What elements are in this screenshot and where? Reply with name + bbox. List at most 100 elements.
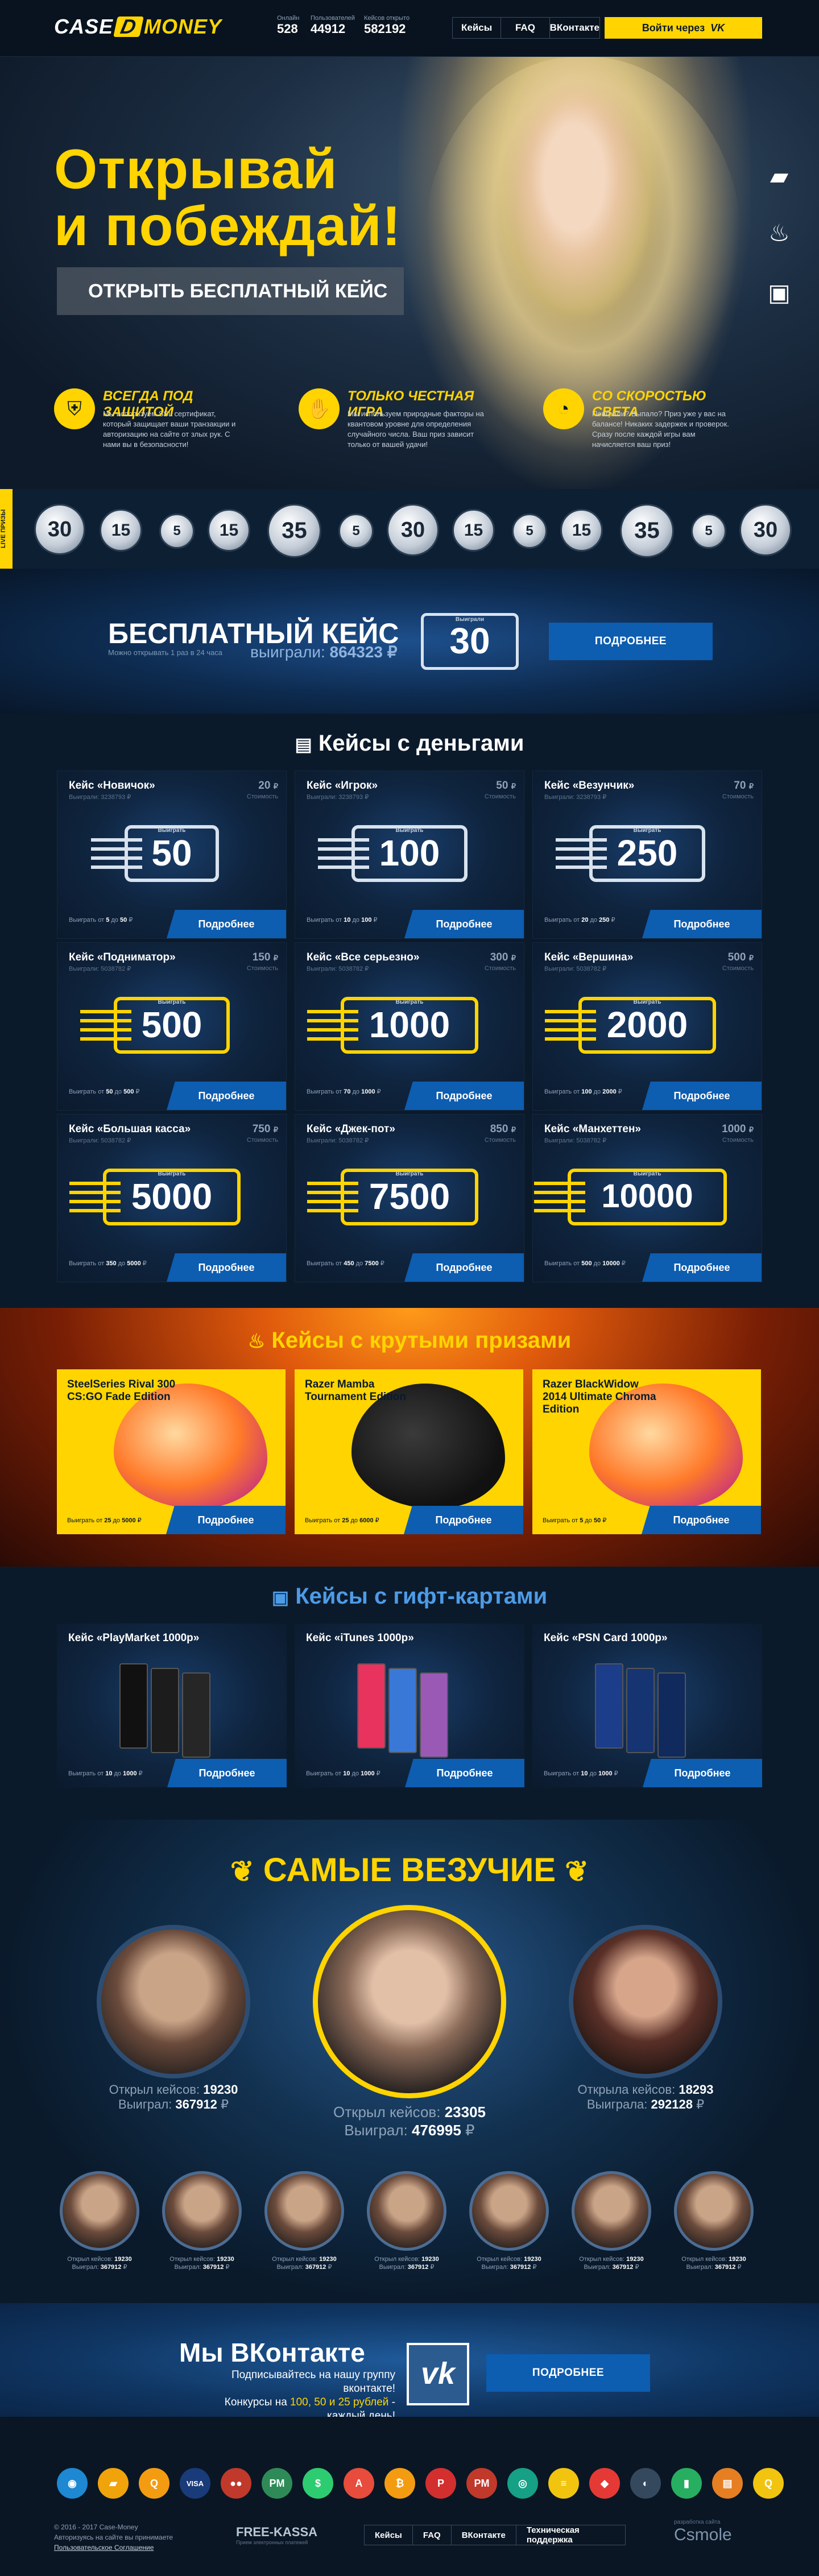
money-case-card[interactable]: Кейс «Игрок» Выиграли: 3238793 ₽50 ₽ Стоим… [295,771,524,939]
case-name: Кейс «Большая касса» [69,1123,191,1135]
webmoney-icon: ◉ [57,2468,88,2499]
gift-card-image [119,1663,148,1749]
case-more-button[interactable]: Подробнее [167,910,286,938]
prize-more-button[interactable]: Подробнее [166,1506,286,1534]
prize-more-button[interactable]: Подробнее [642,1506,761,1534]
prize-case-card[interactable]: Razer Mamba Tournament Edition Выиграть о… [295,1369,523,1534]
avatar[interactable] [97,1925,250,2078]
case-more-button[interactable]: Подробнее [167,1082,286,1110]
case-name: Кейс «Манхеттен» [544,1123,641,1135]
gift-case-card[interactable]: Кейс «PSN Card 1000р» Выиграть от 10 до 1… [532,1624,762,1787]
money-case-card[interactable]: Кейс «Подниматор» Выиграли: 5038782 ₽ 150 … [57,942,287,1111]
footer-nav-cases[interactable]: Кейсы [365,2525,413,2545]
prize-case-card[interactable]: SteelSeries Rival 300 CS:GO Fade Edition… [57,1369,286,1534]
money-case-card[interactable]: Кейс «Новичок» Выиграли: 3238793 ₽20 ₽ Сто… [57,771,287,939]
footer-nav: Кейсы FAQ ВКонтакте Техническая поддержк… [364,2525,626,2545]
developer-logo[interactable]: разработка сайта Csmole [674,2519,732,2545]
nav-cases[interactable]: Кейсы [453,18,502,38]
prize-more-button[interactable]: Подробнее [404,1506,523,1534]
case-more-button[interactable]: Подробнее [642,910,762,938]
win-mid: до [114,1088,122,1095]
qiwi-icon: Q [139,2468,169,2499]
fire-icon[interactable]: ♨ [765,219,793,247]
case-won-total: Выиграли: 5038782 ₽ [544,966,607,972]
footer-nav-faq[interactable]: FAQ [413,2525,452,2545]
avatar[interactable] [469,2171,549,2251]
case-more-button[interactable]: Подробнее [404,910,524,938]
terms-link[interactable]: Пользовательское Соглашение [54,2544,154,2552]
ticker-coin: 5 [159,513,195,549]
case-image-caption: Выиграть [395,1171,424,1177]
case-price-value: 300 [490,951,508,963]
avatar[interactable] [572,2171,651,2251]
gift-card-image [595,1663,623,1749]
win-from: 100 [581,1088,592,1095]
money-case-card[interactable]: Кейс «Везунчик» Выиграли: 3238793 ₽70 ₽ Ст… [532,771,762,939]
vk-more-button[interactable]: Подробнее [486,2354,650,2392]
nav-vk[interactable]: ВКонтакте [550,18,599,38]
lucky-stats: Открыл кейсов: 23305 Выиграл: 476995 ₽ [333,2103,486,2139]
case-more-button[interactable]: Подробнее [167,1253,286,1282]
main-nav: Кейсы FAQ ВКонтакте [452,17,600,39]
win-prefix: Выиграть от [544,917,580,923]
case-more-button[interactable]: Подробнее [404,1082,524,1110]
gift-card-image [657,1672,686,1758]
gift-case-card[interactable]: Кейс «PlayMarket 1000р» Выиграть от 10 до… [57,1624,287,1787]
gift-card-image [420,1672,448,1758]
vk-logo-icon[interactable]: vk [407,2343,469,2405]
footer-legal: © 2016 - 2017 Case-Money Авторизуясь на с… [54,2523,173,2552]
win-to: 1000 [361,1770,375,1777]
gift-case-card[interactable]: Кейс «iTunes 1000р» Выиграть от 10 до 100… [295,1624,524,1787]
freekassa-logo[interactable]: FREE-KASSA Прием электронных платежей [236,2525,317,2545]
gift-more-button[interactable]: Подробнее [167,1759,287,1787]
case-more-button[interactable]: Подробнее [642,1253,762,1282]
case-price-unit: ₽ [511,1125,516,1134]
case-image-value: 500 [141,1004,202,1045]
shield-icon: ⛨ [54,388,95,429]
footer-nav-support[interactable]: Техническая поддержка [516,2525,625,2545]
opened-value: 19230 [114,2256,132,2263]
gift-more-button[interactable]: Подробнее [405,1759,524,1787]
money-case-card[interactable]: Кейс «Манхеттен» Выиграли: 5038782 ₽ 1000 … [532,1114,762,1282]
login-vk-button[interactable]: Войти через VK [605,17,762,39]
case-price: 150 ₽ [253,951,278,964]
money-case-card[interactable]: Кейс «Все серьезно» Выиграли: 5038782 ₽ 30… [295,942,524,1111]
gift-more-button[interactable]: Подробнее [643,1759,762,1787]
money-case-card[interactable]: Кейс «Большая касса» Выиграли: 5038782 ₽ 7… [57,1114,287,1282]
avatar[interactable] [569,1925,722,2078]
case-name: Кейс «Игрок» [307,780,378,792]
case-price-value: 150 [252,951,271,963]
wallet-icon[interactable]: ▰ [765,162,793,190]
case-won-total: Выиграли: 5038782 ₽ [544,1137,607,1144]
prize-cases-title: ♨ Кейсы с крутыми призами [247,1328,572,1353]
case-name: Кейс «Везунчик» [544,780,635,792]
nav-faq[interactable]: FAQ [501,18,550,38]
okpay-icon: ◎ [507,2468,538,2499]
win-suffix: ₽ [376,1770,380,1777]
gift-name: Кейс «PSN Card 1000р» [544,1632,668,1644]
avatar[interactable] [674,2171,754,2251]
avatar[interactable] [264,2171,344,2251]
gift-win-range: Выиграть от 10 до 1000 ₽ [306,1770,380,1777]
avatar[interactable] [367,2171,446,2251]
footer-nav-vk[interactable]: ВКонтакте [452,2525,516,2545]
logo[interactable]: CASE D MONEY [54,15,222,39]
case-price-unit: ₽ [273,954,278,962]
money-case-card[interactable]: Кейс «Джек-пот» Выиграли: 5038782 ₽850 ₽ С… [295,1114,524,1282]
gift-icon[interactable]: ▣ [765,279,793,307]
win-suffix: ₽ [380,1260,384,1267]
free-case-more-button[interactable]: Подробнее [549,623,713,660]
free-case-sub: Можно открывать 1 раз в 24 часа [108,648,223,657]
win-prefix: Выиграть от [305,1517,341,1524]
avatar[interactable] [162,2171,242,2251]
avatar[interactable] [313,1905,506,2098]
case-more-button[interactable]: Подробнее [642,1082,762,1110]
lucky-small-stats: Открыл кейсов: 19230 Выиграл: 367912 ₽ [466,2255,552,2271]
gift-card-image [388,1668,417,1753]
prize-case-card[interactable]: Razer BlackWidow 2014 Ultimate Chroma Ed… [532,1369,761,1534]
case-more-button[interactable]: Подробнее [404,1253,524,1282]
money-case-card[interactable]: Кейс «Вершина» Выиграли: 5038782 ₽500 ₽ Ст… [532,942,762,1111]
case-won-total: Выиграли: 5038782 ₽ [69,1137,131,1144]
avatar[interactable] [60,2171,139,2251]
open-free-case-button[interactable]: Открыть бесплатный кейс [57,267,404,315]
